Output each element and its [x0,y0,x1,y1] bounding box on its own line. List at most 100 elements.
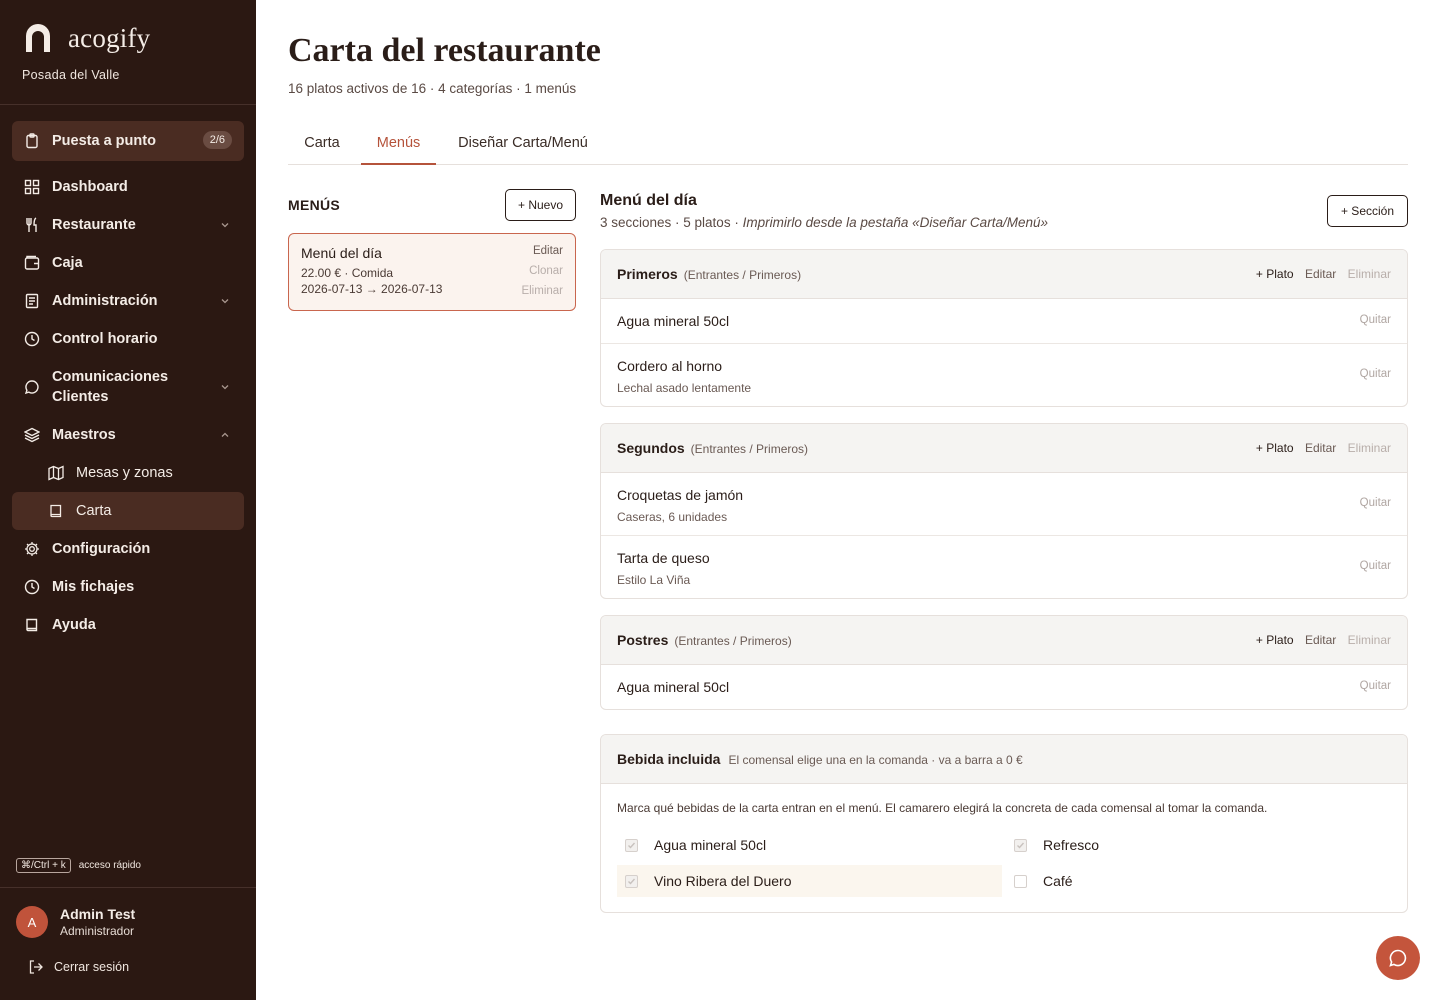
section-category: (Entrantes / Primeros) [690,442,809,456]
menu-detail-title: Menú del día [600,192,697,209]
included-drink-note: El comensal elige una en la comanda · va… [728,753,1023,767]
remove-dish-button[interactable]: Quitar [1360,314,1391,326]
quick-access-label: acceso rápido [78,860,141,871]
sidebar-item-mis-fichajes[interactable]: Mis fichajes [12,568,244,606]
sidebar-item-label: Ayuda [52,617,96,633]
add-dish-button[interactable]: + Plato [1256,441,1294,455]
sidebar-item-label: Administración [52,293,158,309]
sidebar-item-ayuda[interactable]: Ayuda [12,606,244,644]
sidebar-divider [0,104,256,105]
section-title: Primeros (Entrantes / Primeros) [617,266,801,282]
sidebar-item-label: Dashboard [52,179,128,195]
sidebar-item-label: Maestros [52,427,116,443]
menu-section: Segundos (Entrantes / Primeros) + Plato E… [600,423,1408,599]
sidebar-item-carta[interactable]: Carta [12,492,244,530]
dish-name: Tarta de queso [617,550,710,566]
map-icon [48,465,64,481]
sidebar-item-configuracion[interactable]: Configuración [12,530,244,568]
menu-clone-button[interactable]: Clonar [529,265,563,277]
brand[interactable]: acogify [22,22,150,54]
sidebar-item-label: Restaurante [52,217,136,233]
user-profile[interactable]: A Admin Test Administrador [16,906,135,938]
included-drink-intro: Marca qué bebidas de la carta entran en … [617,801,1268,815]
drink-option[interactable]: Refresco [1006,829,1391,861]
tab-carta[interactable]: Carta [288,128,356,165]
edit-section-button[interactable]: Editar [1305,441,1336,455]
sidebar-item-mesas-y-zonas[interactable]: Mesas y zonas [12,454,244,492]
menu-card-price: 22.00 € · Comida [301,266,394,280]
add-dish-button[interactable]: + Plato [1256,633,1294,647]
drink-option[interactable]: Café [1006,865,1391,897]
list-item: Cordero al horno Lechal asado lentamente… [601,344,1407,406]
sidebar-item-label: Configuración [52,541,151,557]
edit-section-button[interactable]: Editar [1305,267,1336,281]
sidebar-item-label: Control horario [52,331,158,347]
checkbox-checked[interactable] [625,838,638,852]
chat-fab-button[interactable] [1376,936,1420,980]
add-dish-button[interactable]: + Plato [1256,267,1294,281]
logout-button[interactable]: Cerrar sesión [28,959,129,975]
dish-description: Lechal asado lentamente [617,381,752,395]
sidebar-item-label: Caja [52,255,83,271]
menu-section: Postres (Entrantes / Primeros) + Plato Ed… [600,615,1408,710]
quick-access-hint[interactable]: ⌘/Ctrl + k acceso rápido [16,858,141,873]
sidebar-item-puesta-a-punto[interactable]: Puesta a punto 2/6 [12,121,244,161]
delete-section-button[interactable]: Eliminar [1348,633,1391,647]
checkbox-checked[interactable] [1014,838,1027,852]
tab-disenar[interactable]: Diseñar Carta/Menú [448,128,598,165]
quick-access-shortcut: ⌘/Ctrl + k [16,858,71,873]
section-header: Segundos (Entrantes / Primeros) + Plato E… [601,424,1407,473]
drink-option[interactable]: Vino Ribera del Duero [617,865,1002,897]
dish-description: Estilo La Viña [617,573,691,587]
user-role: Administrador [60,924,135,938]
menu-card-dates: 2026-07-13 → 2026-07-13 [301,282,443,296]
chevron-up-icon [221,432,229,437]
section-name: Segundos [617,440,685,456]
book-icon [50,504,62,518]
dish-name: Agua mineral 50cl [617,313,730,329]
drink-option[interactable]: Agua mineral 50cl [617,829,1002,861]
remove-dish-button[interactable]: Quitar [1360,368,1391,380]
list-item: Croquetas de jamón Caseras, 6 unidades Q… [601,473,1407,536]
logout-label: Cerrar sesión [54,960,130,974]
list-item: Agua mineral 50cl Quitar [601,665,1407,709]
delete-section-button[interactable]: Eliminar [1348,441,1391,455]
sidebar-item-dashboard[interactable]: Dashboard [12,168,244,206]
sidebar-item-maestros[interactable]: Maestros [12,416,244,454]
new-menu-button[interactable]: + Nuevo [505,189,576,221]
add-section-button[interactable]: + Sección [1327,195,1408,227]
tab-menus[interactable]: Menús [361,128,436,165]
avatar: A [16,906,48,938]
menu-edit-button[interactable]: Editar [533,245,563,257]
brand-name: acogify [68,22,151,53]
checkbox-checked[interactable] [625,874,638,888]
sidebar: acogify Posada del Valle Puesta a punto … [0,0,256,1000]
remove-dish-button[interactable]: Quitar [1360,680,1391,692]
remove-dish-button[interactable]: Quitar [1360,560,1391,572]
section-header: Postres (Entrantes / Primeros) + Plato Ed… [601,616,1407,665]
section-title: Postres (Entrantes / Primeros) [617,632,792,648]
chat-bubble-icon [24,380,39,395]
delete-section-button[interactable]: Eliminar [1348,267,1391,281]
menu-detail-print-hint: Imprimirlo desde la pestaña «Diseñar Car… [742,215,1048,230]
section-category: (Entrantes / Primeros) [674,634,792,648]
sidebar-item-control-horario[interactable]: Control horario [12,320,244,358]
sidebar-item-administracion[interactable]: Administración [12,282,244,320]
clipboard-icon [26,133,38,149]
sidebar-item-label: Mesas y zonas [76,465,173,481]
drink-option-label: Café [1043,873,1073,889]
sidebar-item-label: Comunicaciones Clientes [52,369,169,405]
remove-dish-button[interactable]: Quitar [1360,497,1391,509]
edit-section-button[interactable]: Editar [1305,633,1336,647]
menu-card[interactable]: Menú del día 22.00 € · Comida 2026-07-13… [288,233,576,311]
list-item: Tarta de queso Estilo La Viña Quitar [601,536,1407,598]
checkbox-unchecked[interactable] [1014,874,1027,888]
sidebar-item-caja[interactable]: Caja [12,244,244,282]
sidebar-item-restaurante[interactable]: Restaurante [12,206,244,244]
chevron-down-icon [221,223,229,228]
menus-heading: MENÚS [288,197,341,213]
sidebar-item-comunicaciones[interactable]: Comunicaciones Clientes [12,358,244,416]
menu-delete-button[interactable]: Eliminar [521,285,563,297]
layers-icon [24,427,40,443]
section-title: Bebida incluida El comensal elige una en … [617,751,1023,767]
